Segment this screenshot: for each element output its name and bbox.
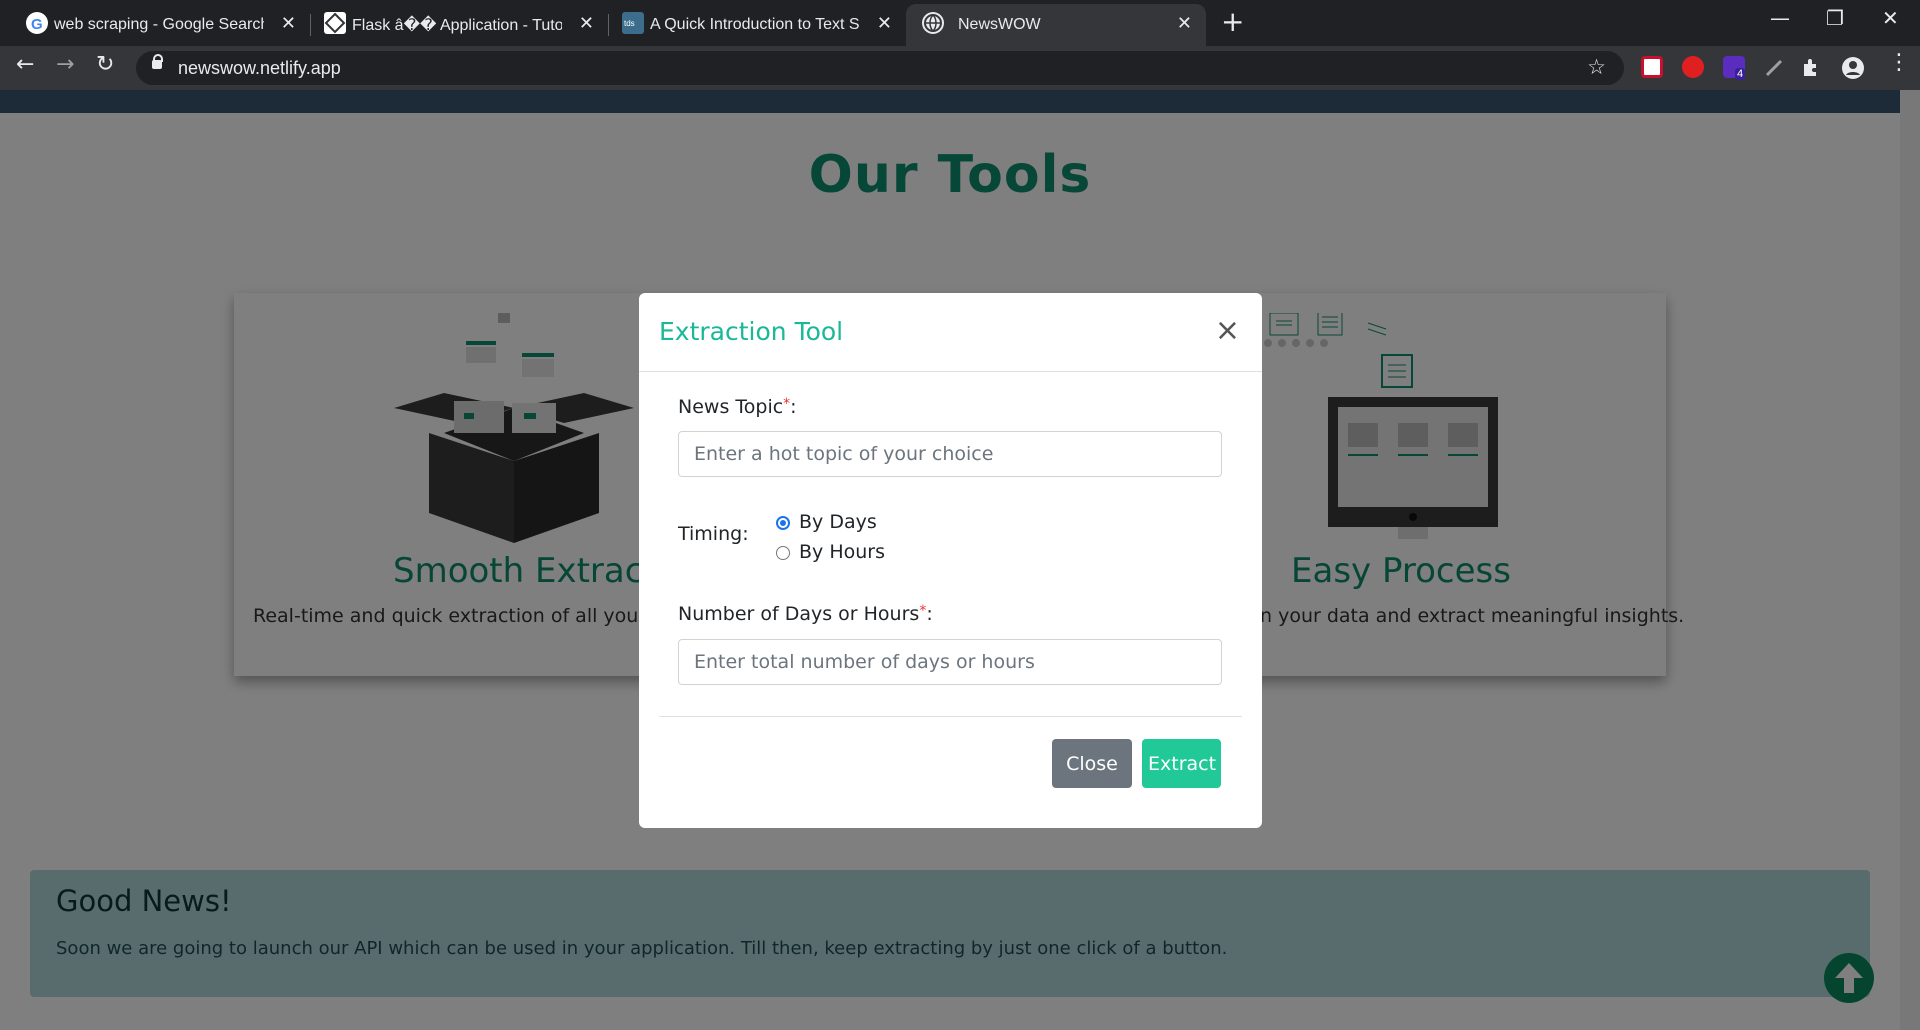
tab-newswow-active[interactable]: NewsWOW ✕ [906, 4, 1206, 46]
close-window-icon[interactable]: ✕ [1882, 6, 1899, 30]
modal-divider [659, 716, 1242, 717]
tds-icon: tds [622, 12, 644, 34]
extraction-tool-modal: Extraction Tool × News Topic*: Timing: B… [639, 293, 1262, 828]
news-topic-label: News Topic*: [678, 396, 797, 418]
required-mark: * [783, 396, 791, 412]
reload-icon[interactable]: ↻ [96, 52, 114, 77]
browser-toolbar: ← → ↻ newswow.netlify.app ☆ 4 ⋮ [0, 46, 1920, 90]
tab-separator [310, 14, 311, 36]
flask-icon [324, 12, 346, 34]
restore-icon[interactable]: ❐ [1826, 6, 1844, 30]
tab-title: Flask â�� Application - Tutorials [352, 17, 562, 34]
url-text: newswow.netlify.app [178, 58, 341, 78]
tab-title: A Quick Introduction to Text Summ [650, 16, 860, 33]
minimize-icon[interactable]: — [1770, 6, 1790, 30]
tab-google-search[interactable]: G web scraping - Google Search ✕ [16, 4, 306, 46]
extensions-puzzle-icon[interactable] [1800, 56, 1822, 78]
pen-extension-icon[interactable] [1764, 56, 1786, 78]
count-label: Number of Days or Hours*: [678, 603, 933, 625]
new-tab-icon[interactable]: + [1221, 5, 1244, 38]
back-icon[interactable]: ← [16, 52, 34, 77]
close-icon[interactable]: × [1215, 313, 1240, 348]
lock-icon [152, 54, 163, 69]
required-mark: * [919, 603, 927, 619]
by-days-label[interactable]: By Days [799, 511, 877, 533]
close-tab-icon[interactable]: ✕ [877, 13, 892, 34]
svg-text:tds: tds [624, 19, 635, 28]
google-icon: G [26, 12, 48, 34]
browser-tab-bar: G web scraping - Google Search ✕ Flask â… [0, 0, 1920, 46]
extension-icon[interactable]: 4 [1723, 56, 1746, 80]
close-tab-icon[interactable]: ✕ [579, 13, 594, 34]
svg-text:G: G [31, 16, 43, 33]
close-tab-icon[interactable]: ✕ [1177, 13, 1192, 34]
profile-icon[interactable] [1841, 56, 1864, 79]
modal-title: Extraction Tool [659, 317, 844, 346]
address-bar[interactable]: newswow.netlify.app ☆ [136, 51, 1624, 85]
adblock-extension-icon[interactable] [1682, 56, 1704, 78]
count-input[interactable] [678, 639, 1222, 685]
tab-text-summarization[interactable]: tds A Quick Introduction to Text Summ ✕ [612, 4, 902, 46]
news-topic-input[interactable] [678, 431, 1222, 477]
modal-header: Extraction Tool × [639, 293, 1262, 372]
browser-menu-icon[interactable]: ⋮ [1888, 50, 1910, 75]
tab-title: NewsWOW [958, 16, 1041, 33]
by-hours-label[interactable]: By Hours [799, 541, 885, 563]
by-days-radio[interactable] [776, 516, 790, 530]
timing-label: Timing: [678, 523, 749, 545]
tab-separator [608, 14, 609, 36]
extract-button[interactable]: Extract [1142, 739, 1221, 788]
close-button[interactable]: Close [1052, 739, 1132, 788]
forward-icon[interactable]: → [56, 52, 74, 77]
by-hours-radio[interactable] [776, 546, 790, 560]
pocket-extension-icon[interactable] [1641, 56, 1663, 78]
tab-title: web scraping - Google Search [54, 16, 264, 33]
tab-flask[interactable]: Flask â�� Application - Tutorials ✕ [314, 4, 604, 46]
extension-badge: 4 [1735, 68, 1746, 80]
bookmark-star-icon[interactable]: ☆ [1587, 55, 1606, 79]
globe-icon [922, 12, 944, 34]
close-tab-icon[interactable]: ✕ [281, 13, 296, 34]
